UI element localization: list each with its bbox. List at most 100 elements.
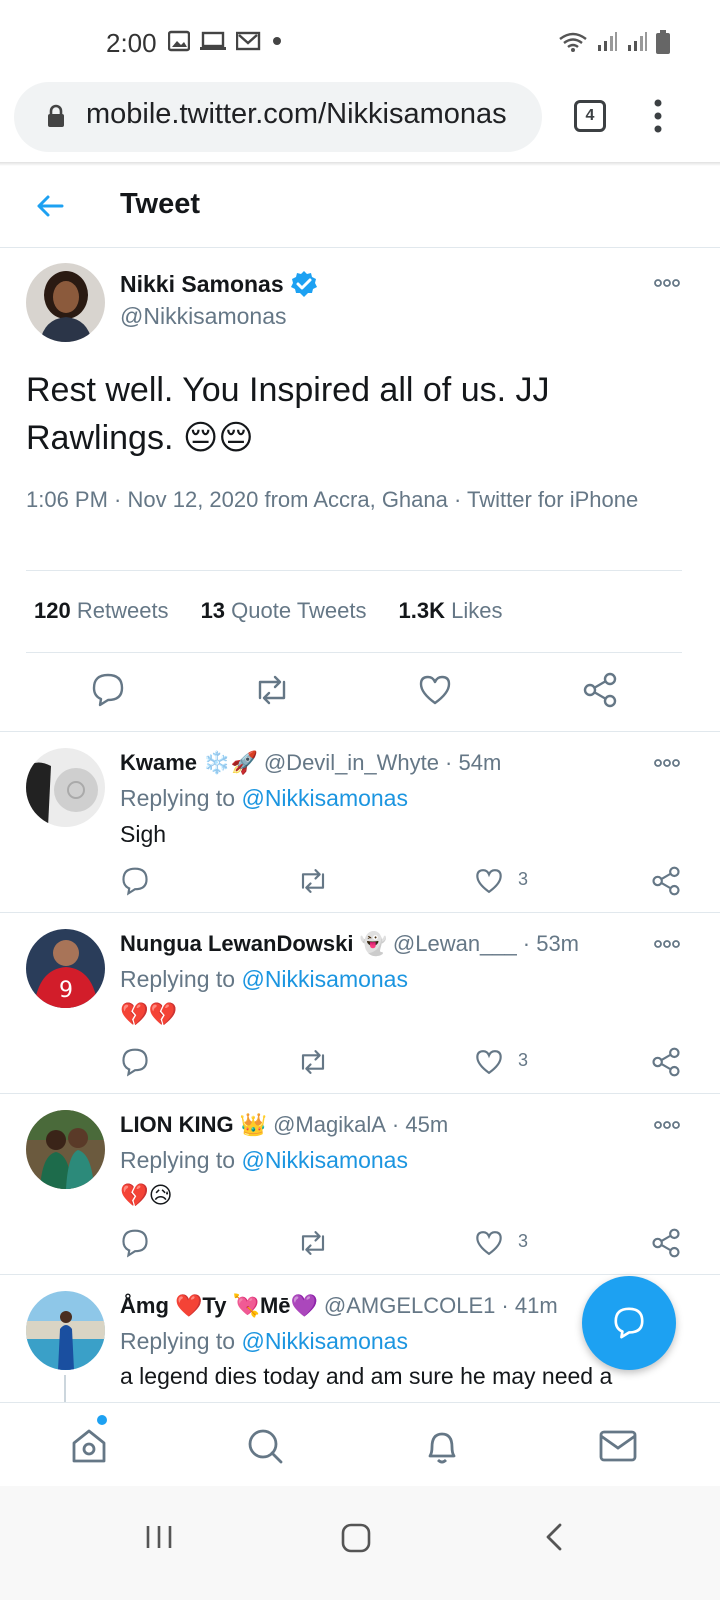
- replying-to-link[interactable]: @Nikkisamonas: [241, 1147, 408, 1173]
- replying-to-link[interactable]: @Nikkisamonas: [241, 785, 408, 811]
- author-handle[interactable]: @Nikkisamonas: [120, 303, 287, 330]
- new-content-dot: [97, 1415, 107, 1425]
- like-count: 3: [518, 1050, 529, 1070]
- url-text: mobile.twitter.com/Nikkisamonas: [86, 98, 507, 130]
- retweet-icon[interactable]: [298, 1228, 328, 1258]
- laptop-icon: [200, 31, 226, 50]
- notification-icons: [168, 30, 282, 52]
- share-icon[interactable]: [651, 1047, 681, 1077]
- divider: [26, 652, 682, 653]
- like-icon[interactable]: [474, 1228, 504, 1258]
- notifications-bell-icon[interactable]: [423, 1427, 461, 1465]
- home-icon[interactable]: [70, 1427, 108, 1465]
- address-bar[interactable]: mobile.twitter.com/Nikkisamonas: [14, 82, 542, 152]
- likes-stat[interactable]: 1.3K Likes: [399, 598, 503, 624]
- dot-icon: [273, 37, 281, 45]
- reply-tweet[interactable]: Kwame ❄️🚀 @Devil_in_Whyte · 54m Replying…: [0, 732, 720, 913]
- bottom-navigation: [0, 1402, 720, 1486]
- thread-line: [64, 1375, 66, 1402]
- mail-notification-icon: [236, 31, 261, 51]
- messages-icon[interactable]: [598, 1427, 638, 1465]
- reply-timestamp[interactable]: · 53m: [523, 931, 579, 957]
- recent-apps-icon[interactable]: [144, 1522, 174, 1552]
- verified-badge-icon: [290, 271, 317, 297]
- reply-tweet[interactable]: 9 Nungua LewanDowski 👻 @Lewan___ · 53m R…: [0, 913, 720, 1094]
- replying-to: Replying to @Nikkisamonas: [120, 1328, 408, 1354]
- system-status-icons: [558, 30, 670, 54]
- retweet-icon[interactable]: [254, 672, 290, 708]
- compose-reply-button[interactable]: [582, 1276, 676, 1370]
- name-emoji: ❄️🚀: [203, 750, 258, 775]
- lock-icon: [48, 104, 64, 127]
- home-button-icon[interactable]: [340, 1522, 372, 1554]
- reply-author-name[interactable]: LION KING: [120, 1112, 234, 1138]
- image-icon: [168, 30, 190, 52]
- share-icon[interactable]: [582, 672, 618, 708]
- reply-text: Sigh: [120, 821, 167, 847]
- quote-tweets-stat[interactable]: 13 Quote Tweets: [201, 598, 367, 624]
- battery-icon: [656, 30, 670, 54]
- reply-icon[interactable]: [121, 1047, 149, 1077]
- reply-avatar[interactable]: 9: [26, 929, 105, 1008]
- share-icon[interactable]: [651, 1228, 681, 1258]
- reply-text: 💔😥: [120, 1182, 173, 1208]
- signal-icon: [598, 32, 617, 51]
- reply-icon[interactable]: [91, 672, 125, 708]
- reply-author-name[interactable]: Åmg ❤️Ty 💘Mē💜: [120, 1293, 318, 1319]
- reply-timestamp[interactable]: · 54m: [445, 750, 501, 776]
- reply-avatar[interactable]: [26, 1291, 105, 1370]
- svg-text:9: 9: [59, 978, 73, 1003]
- author-name: Nikki Samonas: [120, 270, 284, 297]
- share-icon[interactable]: [651, 866, 681, 896]
- replying-to: Replying to @Nikkisamonas: [120, 1147, 408, 1173]
- author-name-row[interactable]: Nikki Samonas: [120, 270, 318, 298]
- like-icon[interactable]: [474, 1047, 504, 1077]
- tweet-text: Rest well. You Inspired all of us. JJ Ra…: [26, 371, 550, 457]
- search-icon[interactable]: [246, 1427, 284, 1465]
- tweet-stats: 120 Retweets 13 Quote Tweets 1.3K Likes: [34, 598, 502, 624]
- more-options-icon[interactable]: [654, 279, 680, 287]
- reply-author-handle[interactable]: @Lewan___: [393, 931, 517, 957]
- reply-author-name[interactable]: Kwame: [120, 750, 197, 776]
- reply-text: a legend dies today and am sure he may n…: [120, 1363, 613, 1389]
- reply-timestamp[interactable]: · 41m: [501, 1293, 557, 1319]
- replying-to-link[interactable]: @Nikkisamonas: [241, 1328, 408, 1354]
- status-bar: 2:00: [0, 0, 720, 86]
- like-count: 3: [518, 869, 529, 889]
- reply-author-handle[interactable]: @AMGELCOLE1: [324, 1293, 496, 1319]
- reply-bubble-icon: [614, 1307, 644, 1339]
- reply-avatar[interactable]: [26, 1110, 105, 1189]
- browser-menu-icon[interactable]: [650, 98, 666, 134]
- page-title: Tweet: [120, 188, 201, 220]
- retweet-icon[interactable]: [298, 866, 328, 896]
- author-avatar[interactable]: [26, 263, 105, 342]
- status-time: 2:00: [106, 28, 157, 58]
- back-arrow-icon[interactable]: [34, 190, 66, 222]
- back-button-icon[interactable]: [540, 1522, 570, 1552]
- system-navigation-bar: [0, 1486, 720, 1600]
- name-emoji: 👻: [359, 931, 387, 956]
- like-icon[interactable]: [474, 866, 504, 896]
- divider: [26, 570, 682, 571]
- retweets-stat[interactable]: 120 Retweets: [34, 598, 169, 624]
- reply-tweet[interactable]: LION KING 👑 @MagikalA · 45m Replying to …: [0, 1094, 720, 1275]
- replying-to-link[interactable]: @Nikkisamonas: [241, 966, 408, 992]
- tweet-meta: 1:06 PM · Nov 12, 2020 from Accra, Ghana…: [26, 487, 639, 512]
- name-emoji: 👑: [239, 1112, 268, 1137]
- reply-timestamp[interactable]: · 45m: [392, 1112, 448, 1138]
- reply-author-handle[interactable]: @MagikalA: [273, 1112, 386, 1138]
- like-icon[interactable]: [418, 672, 452, 708]
- replying-to: Replying to @Nikkisamonas: [120, 966, 408, 992]
- like-count: 3: [518, 1231, 529, 1251]
- reply-author-name[interactable]: Nungua LewanDowski: [120, 931, 353, 957]
- more-options-icon[interactable]: [654, 940, 680, 948]
- wifi-icon: [559, 32, 587, 52]
- reply-icon[interactable]: [121, 866, 149, 896]
- reply-avatar[interactable]: [26, 748, 105, 827]
- retweet-icon[interactable]: [298, 1047, 328, 1077]
- reply-author-handle[interactable]: @Devil_in_Whyte: [264, 750, 439, 776]
- more-options-icon[interactable]: [654, 1121, 680, 1129]
- reply-icon[interactable]: [121, 1228, 149, 1258]
- tab-switcher-button[interactable]: 4: [574, 100, 606, 132]
- more-options-icon[interactable]: [654, 759, 680, 767]
